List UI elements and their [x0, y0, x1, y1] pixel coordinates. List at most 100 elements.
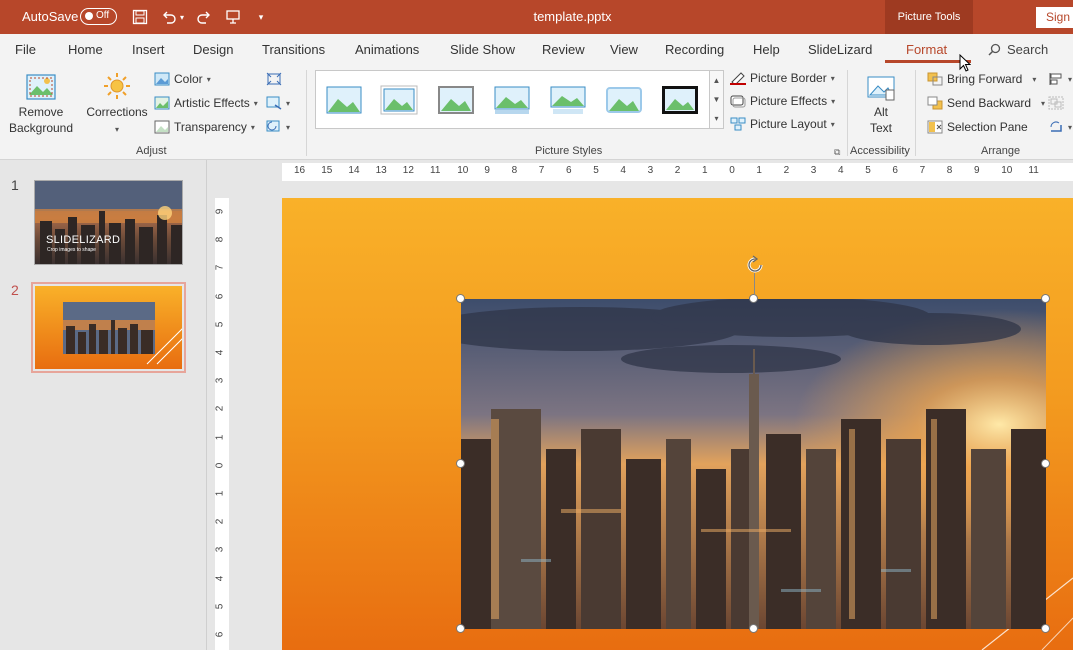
ruler-label: 2 — [214, 518, 226, 525]
search-icon — [988, 43, 1001, 59]
slide-thumbnail-1[interactable]: SLIDELIZARD Crop images to shape — [34, 180, 183, 265]
ruler-label: 3 — [214, 547, 226, 553]
alt-text-label-1: Alt — [873, 105, 888, 119]
picture-border-button[interactable]: Picture Border ▾ — [730, 71, 835, 86]
title-bar: AutoSave Off ▾ ▾ template.pptx Picture T… — [0, 0, 1073, 34]
picture-layout-dropdown-icon: ▾ — [830, 119, 835, 129]
ruler-label: 12 — [402, 165, 414, 176]
ruler-label: 6 — [566, 165, 572, 176]
slide-thumbnail-2[interactable] — [31, 282, 186, 373]
ruler-label: 1 — [214, 490, 226, 497]
ruler-label: 11 — [430, 165, 441, 176]
tab-animations[interactable]: Animations — [355, 42, 419, 57]
picture-style-3[interactable] — [437, 85, 475, 115]
tab-home[interactable]: Home — [68, 42, 103, 57]
gallery-scroll-up-icon[interactable]: ▲ — [710, 71, 723, 90]
corrections-label: Corrections — [86, 105, 148, 119]
align-icon[interactable]: ▾ — [1048, 72, 1072, 86]
color-icon — [154, 72, 170, 86]
picture-layout-icon — [730, 117, 746, 131]
reset-picture-icon[interactable]: ▾ — [266, 120, 290, 134]
rotation-handle-line — [754, 273, 755, 295]
ruler-label: 9 — [484, 165, 490, 176]
picture-styles-dialog-launcher-icon[interactable]: ⧉ — [834, 147, 840, 158]
resize-handle-bottom-left[interactable] — [456, 624, 465, 633]
picture-style-4[interactable] — [493, 85, 531, 115]
tab-transitions[interactable]: Transitions — [262, 42, 325, 57]
ruler-label: 4 — [214, 575, 226, 581]
corrections-button[interactable]: Corrections ▾ — [84, 72, 150, 138]
transparency-button[interactable]: Transparency ▾ — [154, 120, 255, 134]
picture-effects-button[interactable]: Picture Effects ▾ — [730, 94, 835, 108]
city-photo-thumbnail — [63, 302, 155, 354]
bring-forward-icon — [927, 72, 943, 86]
resize-handle-top-right[interactable] — [1041, 294, 1050, 303]
tab-design[interactable]: Design — [193, 42, 233, 57]
send-backward-button[interactable]: Send Backward ▾ — [927, 96, 1045, 110]
compress-pictures-icon[interactable] — [266, 72, 282, 86]
ruler-label: 5 — [214, 603, 226, 610]
change-picture-icon[interactable]: ▾ — [266, 96, 290, 110]
resize-handle-right[interactable] — [1041, 459, 1050, 468]
vertical-ruler: 9 8 7 6 5 4 3 2 1 0 1 2 3 4 5 6 — [214, 198, 229, 650]
gallery-scroll-down-icon[interactable]: ▼ — [710, 90, 723, 109]
ruler-label: 5 — [593, 165, 599, 176]
resize-handle-bottom[interactable] — [749, 624, 758, 633]
resize-handle-left[interactable] — [456, 459, 465, 468]
ruler-label: 4 — [838, 165, 844, 176]
rotate-icon[interactable]: ▾ — [1048, 120, 1072, 134]
tab-review[interactable]: Review — [542, 42, 585, 57]
group-objects-icon[interactable] — [1048, 96, 1064, 110]
tab-help[interactable]: Help — [753, 42, 780, 57]
selection-pane-label: Selection Pane — [947, 120, 1028, 134]
alt-text-button[interactable]: Alt Text — [857, 72, 905, 136]
tab-slidelizard[interactable]: SlideLizard — [808, 42, 872, 57]
resize-handle-bottom-right[interactable] — [1041, 624, 1050, 633]
selected-picture[interactable] — [456, 255, 1050, 633]
color-button[interactable]: Color ▾ — [154, 72, 211, 86]
artistic-effects-icon — [154, 96, 170, 110]
ruler-label: 16 — [294, 165, 306, 176]
ruler-label: 6 — [892, 165, 898, 176]
picture-style-5[interactable] — [549, 85, 587, 115]
picture-layout-label: Picture Layout — [750, 117, 827, 131]
picture-style-1[interactable] — [325, 85, 363, 115]
color-dropdown-icon: ▾ — [206, 74, 211, 84]
search-box[interactable]: Search — [988, 42, 1048, 59]
selection-pane-button[interactable]: Selection Pane — [927, 120, 1028, 134]
remove-background-button[interactable]: Remove Background — [6, 72, 76, 136]
tab-file[interactable]: File — [15, 42, 36, 57]
tab-view[interactable]: View — [610, 42, 638, 57]
ruler-label: 4 — [214, 349, 226, 356]
color-label: Color — [174, 72, 203, 86]
picture-style-2[interactable] — [380, 85, 418, 115]
corrections-dropdown-icon: ▾ — [114, 125, 119, 134]
thumbnail-title: SLIDELIZARD — [46, 234, 121, 246]
picture-styles-group-label: Picture Styles — [535, 145, 603, 157]
artistic-effects-button[interactable]: Artistic Effects ▾ — [154, 96, 258, 110]
ruler-label: 6 — [214, 631, 226, 638]
remove-background-icon — [26, 74, 56, 100]
resize-handle-top[interactable] — [749, 294, 758, 303]
picture-style-6[interactable] — [605, 85, 643, 115]
rotation-handle-icon[interactable] — [744, 254, 766, 276]
accessibility-group-label: Accessibility — [850, 145, 910, 157]
tab-insert[interactable]: Insert — [132, 42, 165, 57]
tab-recording[interactable]: Recording — [665, 42, 724, 57]
group-separator — [847, 70, 848, 156]
ruler-label: 11 — [1028, 165, 1039, 176]
ruler-label: 9 — [974, 165, 980, 176]
tab-format[interactable]: Format — [906, 42, 947, 57]
change-picture-dropdown-icon: ▾ — [286, 98, 291, 108]
sign-in-button[interactable]: Sign — [1036, 7, 1073, 28]
ruler-label: 3 — [810, 165, 817, 176]
picture-styles-gallery[interactable] — [315, 70, 710, 129]
resize-handle-top-left[interactable] — [456, 294, 465, 303]
picture-style-7[interactable] — [661, 85, 699, 115]
tab-slide-show[interactable]: Slide Show — [450, 42, 515, 57]
gallery-more-icon[interactable]: ▾ — [710, 109, 723, 128]
align-dropdown-icon: ▾ — [1068, 74, 1073, 84]
bring-forward-button[interactable]: Bring Forward ▾ — [927, 72, 1036, 86]
picture-layout-button[interactable]: Picture Layout ▾ — [730, 117, 835, 131]
ruler-label: 1 — [756, 165, 762, 176]
